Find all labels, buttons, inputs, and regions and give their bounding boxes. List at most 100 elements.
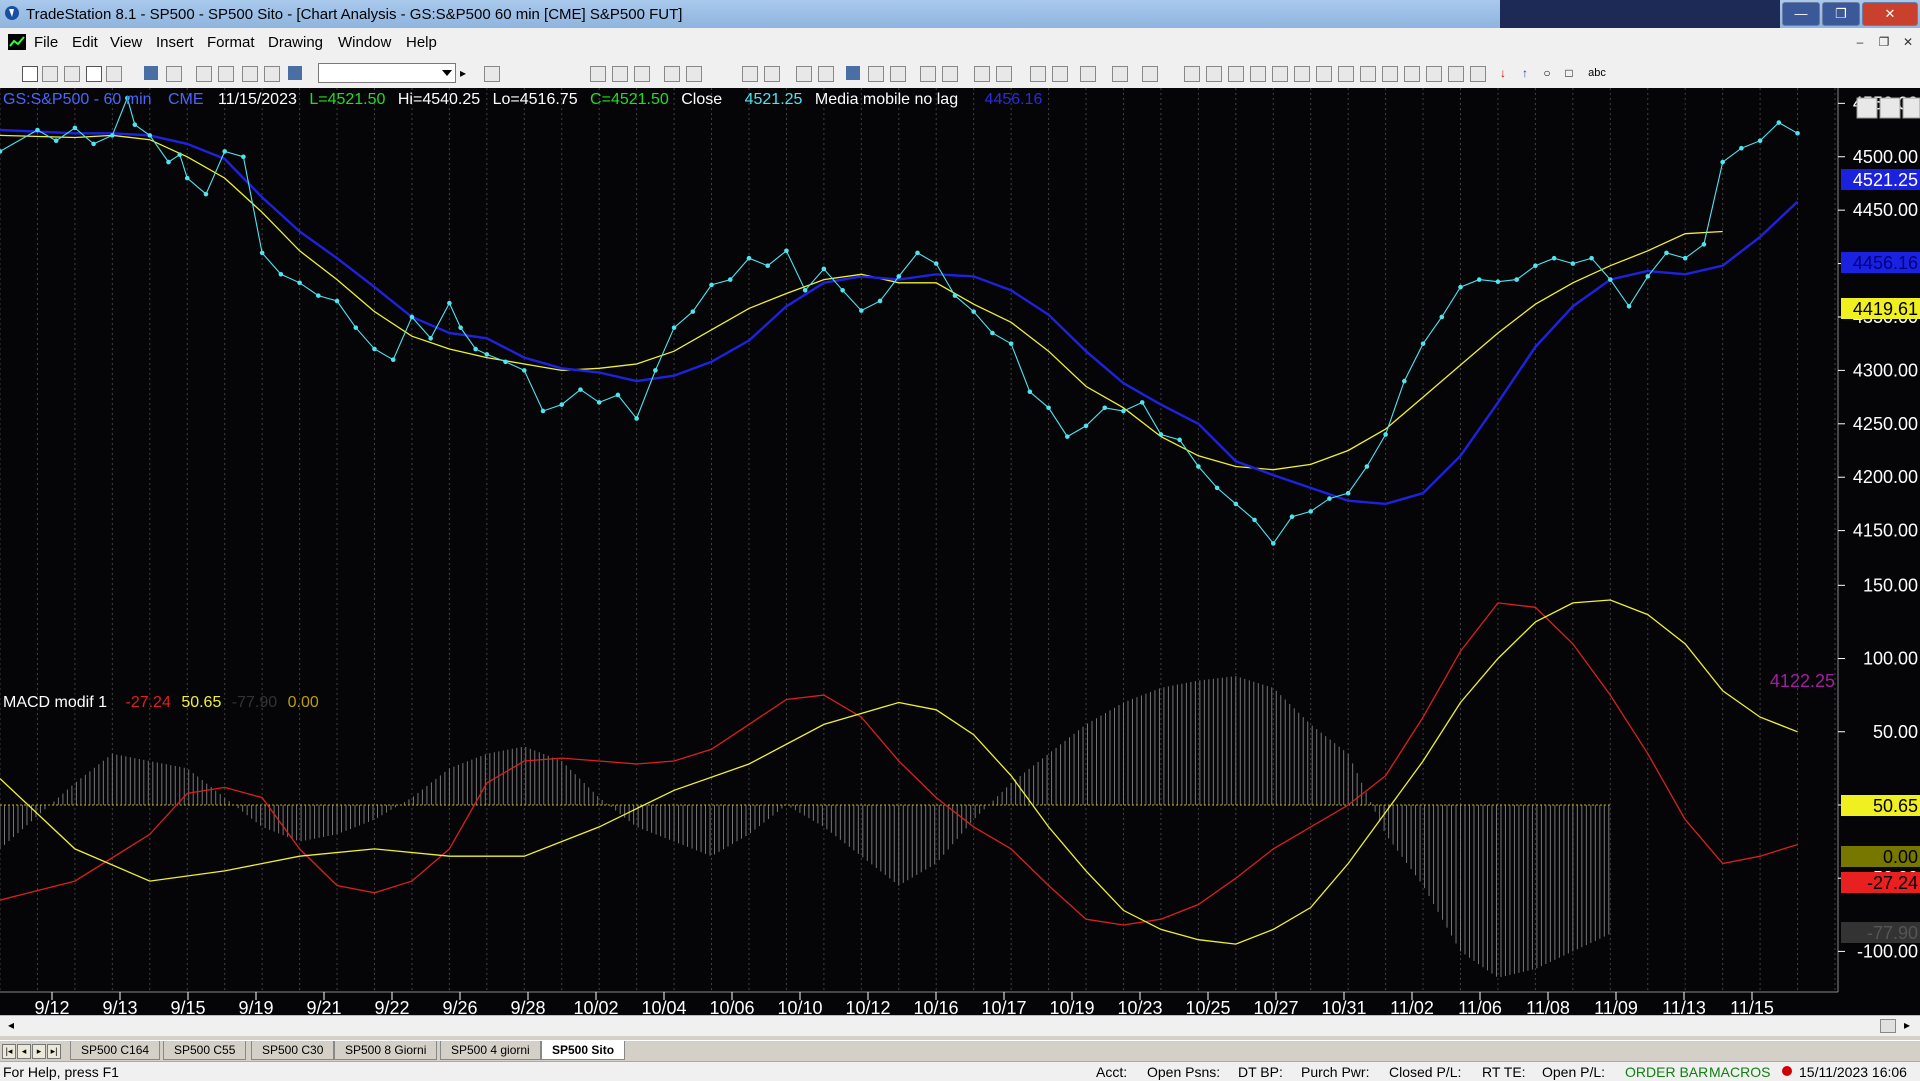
crosshair-icon[interactable]: [1052, 66, 1068, 82]
tab-first-icon[interactable]: |◂: [2, 1044, 16, 1059]
new-workspace-icon[interactable]: [86, 66, 102, 82]
arrow-up-icon[interactable]: ↑: [1518, 66, 1532, 80]
settings-icon[interactable]: [1080, 66, 1096, 82]
window-cascade-icon[interactable]: [218, 66, 234, 82]
radar-icon[interactable]: [612, 66, 628, 82]
price-point: [259, 250, 265, 256]
horizontal-line-icon[interactable]: [1228, 66, 1244, 82]
last-label: L=4521.50: [309, 91, 386, 108]
binoculars-icon[interactable]: [818, 66, 834, 82]
tab-sp500-c55[interactable]: SP500 C55: [163, 1041, 247, 1060]
symbol-combo[interactable]: [318, 63, 456, 83]
menu-drawing[interactable]: Drawing: [268, 34, 323, 51]
indicator-icon[interactable]: [742, 66, 758, 82]
andrews-pitchfork-icon[interactable]: [1316, 66, 1332, 82]
menu-window[interactable]: Window: [338, 34, 391, 51]
link-icon[interactable]: [664, 66, 680, 82]
window-tile-icon[interactable]: [196, 66, 212, 82]
chart-minimize-button[interactable]: [1856, 97, 1878, 119]
channel-icon[interactable]: [1360, 66, 1376, 82]
tab-prev-icon[interactable]: ◂: [17, 1044, 31, 1059]
save-icon[interactable]: [144, 66, 158, 80]
tab-next-icon[interactable]: ▸: [32, 1044, 46, 1059]
tab-sp500-4-giorni[interactable]: SP500 4 giorni: [440, 1041, 541, 1060]
mdi-minimize-button[interactable]: –: [1850, 32, 1870, 52]
menu-file[interactable]: File: [34, 34, 58, 51]
tab-sp500-8-giorni[interactable]: SP500 8 Giorni: [334, 1041, 438, 1060]
gann-fan-icon[interactable]: [1338, 66, 1354, 82]
window-maximize-button[interactable]: ❐: [1822, 2, 1860, 26]
scroll-left-icon[interactable]: [920, 66, 936, 82]
properties-icon[interactable]: [1112, 66, 1128, 82]
new-icon[interactable]: [22, 66, 38, 82]
window-minimize-button[interactable]: —: [1782, 2, 1820, 26]
chart-restore-button[interactable]: [1879, 97, 1901, 119]
vertical-line-icon[interactable]: [1206, 66, 1222, 82]
price-point: [1514, 277, 1519, 282]
print-icon[interactable]: [166, 66, 182, 82]
chart-close-button[interactable]: [1902, 97, 1920, 119]
circle-icon[interactable]: ○: [1540, 66, 1554, 80]
arc-icon[interactable]: [1272, 66, 1288, 82]
pencil-icon[interactable]: [1470, 66, 1486, 82]
open-folder-icon[interactable]: [42, 66, 58, 82]
chart-scrollbar[interactable]: ◂ ▸: [0, 1015, 1920, 1036]
fib-icon[interactable]: [1250, 66, 1266, 82]
play-arrow-icon[interactable]: ▸: [456, 66, 470, 80]
help-text: For Help, press F1: [3, 1064, 119, 1080]
ohlc-icon[interactable]: [890, 66, 906, 82]
pointer-icon[interactable]: [1030, 66, 1046, 82]
menu-insert[interactable]: Insert: [156, 34, 194, 51]
format-icon[interactable]: [264, 66, 280, 82]
zoom-in-icon[interactable]: [974, 66, 990, 82]
scroll-right-icon[interactable]: [942, 66, 958, 82]
scroll-left-arrow-icon[interactable]: ◂: [8, 1018, 14, 1032]
strategy-icon[interactable]: [764, 66, 780, 82]
chart-area[interactable]: 4550.004500.004450.004400.004350.004300.…: [0, 88, 1920, 1026]
tab-sp500-c30[interactable]: SP500 C30: [251, 1041, 335, 1060]
refresh-icon[interactable]: [686, 66, 702, 82]
macros-button[interactable]: MACROS: [1709, 1064, 1770, 1080]
menu-edit[interactable]: Edit: [72, 34, 98, 51]
menu-help[interactable]: Help: [406, 34, 437, 51]
speed-lines-icon[interactable]: [1294, 66, 1310, 82]
scroll-right-arrow-icon[interactable]: ▸: [1904, 1018, 1910, 1032]
bar-chart-icon[interactable]: [846, 66, 860, 80]
menu-format[interactable]: Format: [207, 34, 255, 51]
close-value: 4521.25: [744, 91, 803, 108]
mdi-close-button[interactable]: ✕: [1898, 32, 1918, 52]
alarm-icon[interactable]: [796, 66, 812, 82]
search-icon[interactable]: [484, 66, 500, 82]
mdi-restore-button[interactable]: ❐: [1874, 32, 1894, 52]
angle-icon[interactable]: [1382, 66, 1398, 82]
price-point: [1739, 145, 1744, 151]
menu-view[interactable]: View: [110, 34, 142, 51]
candle-icon[interactable]: [868, 66, 884, 82]
disabled-icon[interactable]: [1142, 66, 1158, 82]
price-point: [1551, 255, 1557, 261]
chevron-down-icon[interactable]: [442, 70, 452, 76]
globe-icon[interactable]: [288, 66, 302, 80]
tab-sp500-c164[interactable]: SP500 C164: [70, 1041, 161, 1060]
price-point: [821, 266, 827, 272]
open-workspace-icon[interactable]: [64, 66, 80, 82]
grid-icon[interactable]: [634, 66, 650, 82]
chart-icon[interactable]: [590, 66, 606, 82]
square-icon[interactable]: □: [1562, 66, 1576, 80]
tab-last-icon[interactable]: ▸|: [47, 1044, 61, 1059]
trendline-icon[interactable]: [1184, 66, 1200, 82]
scroll-thumb[interactable]: [1880, 1019, 1896, 1033]
arrow-down-icon[interactable]: ↓: [1496, 66, 1510, 80]
tab-sp500-sito[interactable]: SP500 Sito: [541, 1041, 626, 1060]
arc-line-icon[interactable]: [1448, 66, 1464, 82]
cycle-icon[interactable]: [1426, 66, 1442, 82]
chart-svg[interactable]: 4550.004500.004450.004400.004350.004300.…: [0, 88, 1920, 1026]
folder-icon[interactable]: [106, 66, 122, 82]
window-close-button[interactable]: ✕: [1862, 2, 1918, 26]
zoom-out-icon[interactable]: [996, 66, 1012, 82]
price-point: [540, 408, 546, 414]
order-bar-button[interactable]: ORDER BAR: [1625, 1064, 1708, 1080]
text-tool-icon[interactable]: abc: [1586, 66, 1608, 80]
parallel-lines-icon[interactable]: [1404, 66, 1420, 82]
lock-icon[interactable]: [242, 66, 258, 82]
